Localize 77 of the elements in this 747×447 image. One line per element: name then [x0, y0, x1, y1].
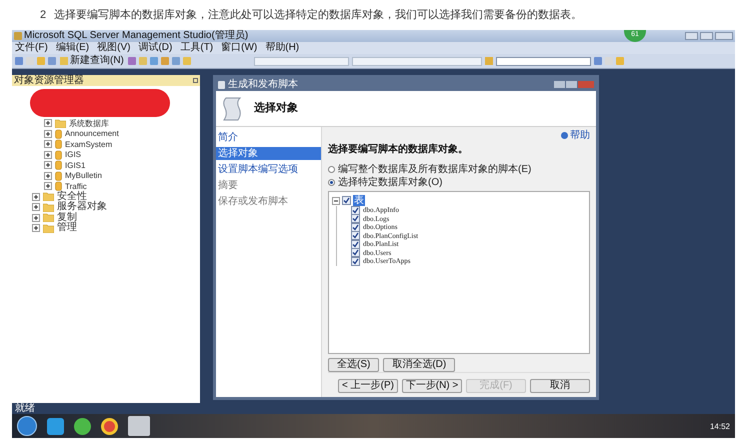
scroll-icon — [222, 96, 242, 122]
scroll-icon — [218, 80, 225, 88]
dropdown-field[interactable] — [254, 56, 349, 66]
minimize-button[interactable] — [685, 32, 698, 40]
taskbar-icon[interactable] — [47, 418, 64, 434]
menu-item[interactable]: 视图(V) — [97, 43, 130, 53]
expand-icon[interactable] — [32, 203, 40, 212]
dropdown-field[interactable] — [352, 56, 482, 66]
menu-item[interactable]: 工具(T) — [180, 43, 214, 53]
taskbar-icon[interactable] — [74, 418, 91, 434]
wizard-button[interactable]: 下一步(N) > — [402, 379, 462, 393]
tree-item[interactable]: ExamSystem — [65, 140, 112, 149]
menu-item[interactable]: 文件(F) — [15, 43, 48, 53]
radio-label: 编写整个数据库及所有数据库对象的脚本(E) — [338, 164, 532, 175]
search-field[interactable] — [496, 56, 591, 66]
tree-item[interactable]: 服务器对象 — [57, 202, 107, 212]
expand-icon[interactable] — [44, 172, 52, 180]
help-link[interactable]: 帮助 — [570, 130, 590, 141]
start-button[interactable] — [17, 416, 37, 436]
tree-item[interactable]: 系统数据库 — [69, 118, 109, 128]
taskbar-icon[interactable] — [101, 418, 118, 434]
window-title: Microsoft SQL Server Management Studio(管理员) — [24, 31, 248, 41]
app-icon — [14, 32, 22, 40]
expand-icon[interactable] — [44, 130, 52, 138]
checkbox[interactable] — [342, 196, 351, 205]
tree-item[interactable]: Announcement — [65, 129, 119, 138]
wizard-button[interactable]: < 上一步(P) — [338, 379, 398, 393]
help-icon[interactable] — [561, 132, 568, 139]
checkbox[interactable] — [351, 231, 360, 240]
folder-icon — [43, 192, 54, 202]
tree-item[interactable]: 表 — [353, 195, 365, 206]
dialog-title: 生成和发布脚本 — [228, 80, 298, 90]
expand-icon[interactable] — [32, 192, 40, 201]
expand-icon[interactable] — [32, 214, 40, 222]
section-heading: 选择要编写脚本的数据库对象。 — [328, 144, 469, 156]
nav-item[interactable]: 选择对象 — [216, 147, 321, 160]
menu-item[interactable]: 帮助(H) — [265, 43, 300, 53]
expand-icon[interactable] — [44, 140, 52, 148]
clock-text: 14:52 — [710, 422, 730, 430]
wizard-button[interactable]: 取消 — [530, 379, 590, 393]
tree-item[interactable]: 复制 — [57, 212, 77, 223]
nav-item[interactable]: 设置脚本编写选项 — [216, 163, 321, 176]
new-query-button[interactable]: 新建查询(N) — [59, 56, 125, 66]
expand-icon[interactable] — [32, 224, 40, 232]
page-title: 选择对象 — [254, 100, 298, 116]
nav-item[interactable]: 简介 — [216, 131, 321, 144]
menu-item[interactable]: 窗口(W) — [221, 43, 258, 53]
maximize-button[interactable] — [700, 32, 713, 40]
expand-icon[interactable] — [44, 182, 52, 190]
expand-icon[interactable] — [44, 161, 52, 170]
folder-icon — [43, 213, 54, 222]
folder-icon — [43, 202, 54, 212]
radio-label: 选择特定数据库对象(O) — [338, 177, 442, 188]
status-text: 就绪 — [15, 404, 35, 414]
radio-button[interactable] — [328, 179, 335, 186]
checkbox[interactable] — [351, 248, 360, 258]
tree-item[interactable]: MyBulletin — [65, 171, 102, 180]
collapse-icon[interactable] — [332, 196, 340, 204]
caption-text: 选择要编写脚本的数据库对象，注意此处可以选择特定的数据库对象，我们可以选择我们需要备份的数据表。 — [54, 8, 582, 23]
tree-item[interactable]: 安全性 — [57, 192, 87, 202]
checkbox[interactable] — [351, 214, 360, 224]
checkbox[interactable] — [351, 206, 360, 215]
tree-item[interactable]: IGIS1 — [65, 160, 86, 170]
folder-icon — [43, 224, 54, 233]
close-button[interactable] — [715, 32, 733, 40]
select-button[interactable]: 取消全选(D) — [383, 358, 456, 372]
menu-item[interactable]: 调试(D) — [138, 43, 172, 53]
step-number: 2 — [40, 8, 46, 23]
radio-button[interactable] — [328, 166, 335, 173]
tree-item[interactable]: 管理 — [57, 223, 77, 234]
tree-item[interactable]: Traffic — [65, 182, 87, 191]
panel-title: 对象资源管理器 — [14, 76, 84, 86]
select-button[interactable]: 全选(S) — [328, 358, 380, 372]
tree-item[interactable]: IGIS — [65, 150, 82, 160]
menu-item[interactable]: 编辑(E) — [56, 43, 90, 53]
expand-icon[interactable] — [44, 119, 52, 128]
expand-icon[interactable] — [44, 150, 52, 159]
